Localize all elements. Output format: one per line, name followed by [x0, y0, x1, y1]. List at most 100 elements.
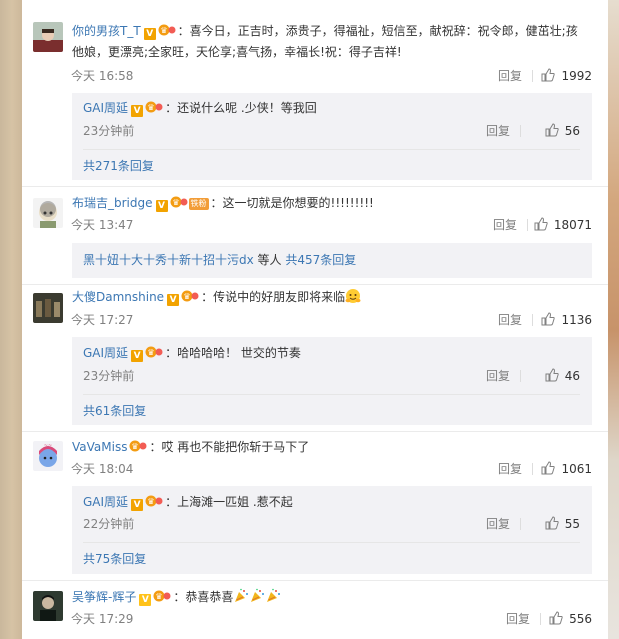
comment-list-panel: 你的男孩T_T V ♛ ：喜今日，正吉时，添贵子，得福祉，短信至，献祝辞：祝令郎，健茁… [22, 0, 608, 639]
sub-username-link[interactable]: GAI周延 [83, 495, 128, 509]
reply-button[interactable]: 回复 [498, 311, 522, 329]
username-link[interactable]: 你的男孩T_T [72, 24, 141, 38]
reply-button[interactable]: 回复 [486, 122, 510, 140]
svg-text:♛: ♛ [172, 198, 179, 207]
svg-text:♛: ♛ [132, 442, 139, 451]
sub-username-link[interactable]: GAI周延 [83, 101, 128, 115]
view-all-replies-link[interactable]: 共271条回复 [83, 149, 580, 175]
reply-button[interactable]: 回复 [498, 460, 522, 478]
thumbs-up-icon [541, 312, 556, 326]
sub-reply-box: 黑十妞十大十秀十新十招十污dx 等人 共457条回复 [72, 243, 592, 278]
meta-divider [520, 125, 521, 137]
verified-v-icon: V [139, 594, 152, 606]
sub-reply-box: GAI周延 V ♛ ：哈哈哈哈！ 世交的节奏 23分钟前 回复 46 共61条回复 [72, 337, 592, 425]
like-button[interactable]: 1992 [541, 67, 592, 85]
like-button[interactable]: 46 [545, 367, 580, 385]
reply-button[interactable]: 回复 [506, 610, 530, 628]
username-link[interactable]: VaVaMiss [72, 440, 127, 454]
comment-content: VaVaMiss ♛ ：哎 再也不能把你斩于马下了 [72, 437, 588, 458]
fan-badge: 铁粉 [188, 198, 209, 210]
sub-reply-text: ：上海滩一匹姐 .惹不起 [165, 495, 293, 509]
sub-reply-box: GAI周延 V ♛ ：还说什么呢 .少侠！等我回 23分钟前 回复 56 共271条回… [72, 93, 592, 180]
replier-names-link[interactable]: 黑十妞十大十秀十新十招十污dx [83, 253, 254, 267]
verified-v-icon: V [143, 28, 156, 40]
comment-text: ：哎 再也不能把你斩于马下了 [149, 440, 310, 454]
timestamp: 今天 18:04 [71, 462, 134, 476]
verified-v-icon: V [167, 294, 180, 306]
comment-text: ：恭喜恭喜 [173, 590, 234, 604]
thumbs-up-icon [545, 368, 559, 382]
vip-crown-icon: ♛ [145, 345, 163, 358]
username-link[interactable]: 大傻Damnshine [72, 290, 164, 304]
view-all-replies-link[interactable]: 共75条回复 [83, 542, 580, 568]
timestamp: 22分钟前 [83, 517, 135, 531]
vip-crown-icon: ♛ [145, 100, 163, 113]
timestamp: 今天 16:58 [71, 69, 134, 83]
avatar[interactable] [33, 293, 63, 323]
like-button[interactable]: 55 [545, 515, 580, 533]
comment-separator [22, 284, 608, 285]
sub-reply-content: GAI周延 V ♛ ：哈哈哈哈！ 世交的节奏 [83, 344, 580, 362]
like-button[interactable]: 18071 [534, 216, 592, 234]
sub-username-link[interactable]: GAI周延 [83, 346, 128, 360]
meta-divider [532, 314, 533, 326]
timestamp: 今天 17:27 [71, 313, 134, 327]
thumbs-up-icon [534, 217, 548, 231]
like-count: 56 [564, 124, 580, 138]
svg-text:♛: ♛ [156, 592, 163, 601]
comment-content: 布瑞吉_bridge V ♛ 铁粉 ：这一切就是你想要的!!!!!!!!! [72, 193, 588, 214]
avatar[interactable] [33, 591, 63, 621]
avatar[interactable] [33, 22, 63, 52]
vip-crown-icon: ♛ [181, 288, 199, 302]
verified-v-icon: V [131, 350, 144, 362]
username-link[interactable]: 吴筝辉-辉子 [72, 590, 136, 604]
like-count: 55 [564, 517, 580, 531]
like-button[interactable]: 56 [545, 122, 580, 140]
hug-emoji-icon [345, 288, 361, 304]
comment-separator [22, 431, 608, 432]
sub-reply-box: GAI周延 V ♛ ：上海滩一匹姐 .惹不起 22分钟前 回复 55 共75条回复 [72, 486, 592, 574]
thumbs-up-icon [545, 123, 559, 137]
view-all-replies-link[interactable]: 共457条回复 [285, 253, 356, 267]
svg-text:♛: ♛ [147, 103, 154, 112]
comment-content: 吴筝辉-辉子 V ♛ ：恭喜恭喜 [72, 587, 588, 608]
thumbs-up-icon [541, 461, 556, 475]
avatar[interactable] [33, 198, 63, 228]
like-count: 1061 [561, 462, 592, 476]
like-count: 1992 [561, 69, 592, 83]
avatar[interactable]: ~~ [33, 441, 63, 471]
reply-button[interactable]: 回复 [498, 67, 522, 85]
party-popper-emoji-icon [233, 588, 249, 604]
view-all-replies-link[interactable]: 共61条回复 [83, 394, 580, 420]
sub-reply-text: ：还说什么呢 .少侠！等我回 [165, 101, 317, 115]
timestamp: 23分钟前 [83, 369, 135, 383]
reply-button[interactable]: 回复 [486, 515, 510, 533]
username-link[interactable]: 布瑞吉_bridge [72, 196, 153, 210]
like-button[interactable]: 1061 [541, 460, 592, 478]
like-button[interactable]: 556 [549, 610, 592, 628]
like-button[interactable]: 1136 [541, 311, 592, 329]
vip-crown-icon: ♛ [158, 22, 176, 36]
sub-reply-summary: 黑十妞十大十秀十新十招十污dx 等人 共457条回复 [83, 251, 580, 269]
like-count: 18071 [553, 218, 592, 232]
reply-button[interactable]: 回复 [493, 216, 517, 234]
comment-text: ：这一切就是你想要的!!!!!!!!! [210, 196, 374, 210]
svg-text:♛: ♛ [147, 497, 154, 506]
meta-divider [532, 463, 533, 475]
page-background-right [607, 0, 619, 639]
meta-divider [540, 613, 541, 625]
comment-meta: 今天 17:27 回复 1136 [71, 311, 592, 329]
meta-divider [532, 70, 533, 82]
reply-button[interactable]: 回复 [486, 367, 510, 385]
comment-meta: 今天 13:47 回复 18071 [71, 216, 592, 234]
thumbs-up-icon [549, 611, 563, 625]
replier-suffix: 等人 [253, 253, 286, 267]
vip-crown-icon: ♛ [145, 494, 163, 507]
thumbs-up-icon [541, 68, 556, 82]
sub-reply-meta: 22分钟前 回复 55 [83, 515, 580, 533]
timestamp: 23分钟前 [83, 124, 135, 138]
sub-reply-meta: 23分钟前 回复 56 [83, 122, 580, 140]
comment-meta: 今天 17:29 回复 556 [71, 610, 592, 628]
sub-reply-content: GAI周延 V ♛ ：上海滩一匹姐 .惹不起 [83, 493, 580, 511]
verified-v-icon: V [131, 499, 144, 511]
